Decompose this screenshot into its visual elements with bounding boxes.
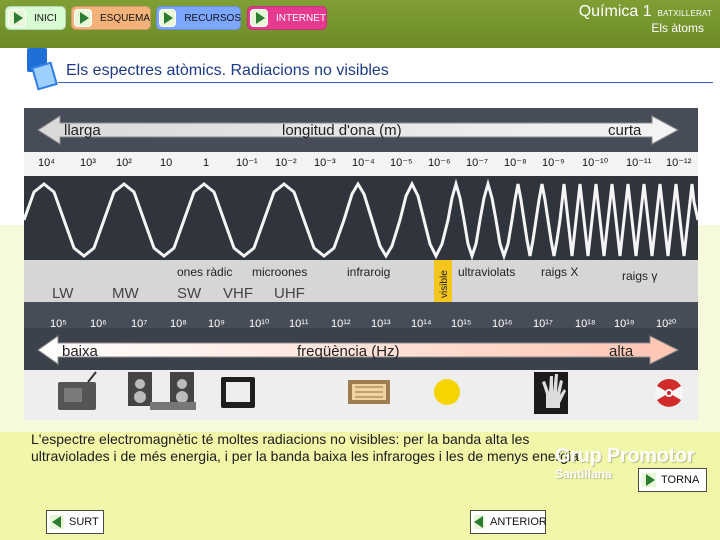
torna-label: TORNA xyxy=(661,474,700,486)
band-x-rays: raigs X xyxy=(541,265,578,279)
band-mw: MW xyxy=(112,285,139,302)
play-icon xyxy=(250,9,268,27)
wavelength-tick-1: 10³ xyxy=(80,157,96,169)
band-sw: SW xyxy=(177,285,202,302)
wavelength-tick-11: 10⁻⁷ xyxy=(466,157,488,169)
section-divider xyxy=(58,82,713,83)
wavelength-tick-3: 10 xyxy=(160,157,172,169)
wavelength-tick-4: 1 xyxy=(203,157,209,169)
wavelength-tick-13: 10⁻⁹ xyxy=(542,157,565,169)
frequency-scale-row xyxy=(24,302,698,328)
torna-button[interactable]: TORNA xyxy=(638,468,707,492)
header-title-group: Química 1 BATXILLERAT xyxy=(579,3,712,21)
anterior-button[interactable]: ANTERIOR xyxy=(470,510,547,534)
play-icon xyxy=(641,472,657,488)
nav-esquema-label: ESQUEMA xyxy=(100,12,151,24)
nav-internet-label: INTERNET xyxy=(276,12,326,24)
xray-hand-icon xyxy=(534,372,568,414)
band-radio-waves: ones ràdic xyxy=(177,265,232,279)
television-icon xyxy=(221,377,255,408)
wavelength-tick-0: 10⁴ xyxy=(38,157,55,169)
band-infrared: infraroig xyxy=(347,265,390,279)
logo-brand: Grup Promotor xyxy=(555,445,695,467)
header-subtitle: BATXILLERAT xyxy=(657,9,712,18)
wavelength-tick-14: 10⁻¹⁰ xyxy=(582,157,609,169)
heater-icon xyxy=(348,380,390,404)
nav-inici-label: INICI xyxy=(34,12,57,24)
wavelength-short-label: curta xyxy=(608,122,642,139)
wavelength-tick-5: 10⁻¹ xyxy=(236,157,258,169)
back-icon xyxy=(49,514,65,530)
surt-button[interactable]: SURT xyxy=(46,510,104,534)
band-lw: LW xyxy=(52,285,74,302)
wavelength-tick-9: 10⁻⁵ xyxy=(390,157,413,169)
band-microwaves: microones xyxy=(252,265,307,279)
sun-icon xyxy=(434,379,460,405)
wavelength-tick-12: 10⁻⁸ xyxy=(504,157,527,169)
wavelength-tick-2: 10² xyxy=(116,157,132,169)
nav-recursos-label: RECURSOS xyxy=(184,12,241,24)
wavelength-long-label: llarga xyxy=(64,122,101,139)
play-icon xyxy=(74,9,92,27)
frequency-low-label: baixa xyxy=(62,343,99,360)
band-gamma-rays: raigs γ xyxy=(622,269,657,283)
band-uhf: UHF xyxy=(274,285,305,302)
frequency-axis-label: freqüència (Hz) xyxy=(297,343,400,360)
wavelength-tick-15: 10⁻¹¹ xyxy=(626,157,652,169)
surt-label: SURT xyxy=(69,516,99,528)
description-text: L'espectre electromagnètic té moltes rad… xyxy=(31,431,583,464)
play-icon xyxy=(8,9,26,27)
header-title: Química 1 xyxy=(578,3,652,20)
frequency-high-label: alta xyxy=(609,343,634,360)
band-vhf: VHF xyxy=(223,285,253,302)
document-icon xyxy=(25,48,58,92)
band-ultraviolet: ultraviolats xyxy=(458,265,515,279)
wavelength-axis-label: longitud d'ona (m) xyxy=(282,122,402,139)
document-sheet-overlay xyxy=(31,61,58,91)
radiation-hazard-icon xyxy=(655,379,683,407)
nav-internet-button[interactable]: INTERNET xyxy=(247,6,327,30)
anterior-label: ANTERIOR xyxy=(490,516,547,528)
wavelength-tick-6: 10⁻² xyxy=(275,157,297,169)
nav-inici-button[interactable]: INICI xyxy=(5,6,66,30)
nav-esquema-button[interactable]: ESQUEMA xyxy=(71,6,151,30)
wavelength-tick-7: 10⁻³ xyxy=(314,157,336,169)
wavelength-tick-8: 10⁻⁴ xyxy=(352,157,375,169)
back-icon xyxy=(473,514,486,530)
band-visible: visible xyxy=(439,270,450,298)
play-icon xyxy=(159,9,177,27)
nav-recursos-button[interactable]: RECURSOS xyxy=(156,6,241,30)
electromagnetic-spectrum-figure: llarga longitud d'ona (m) curta 10⁴ 10³ … xyxy=(24,108,698,420)
wavelength-tick-16: 10⁻¹² xyxy=(666,157,692,169)
section-title: Els espectres atòmics. Radiacions no vis… xyxy=(66,62,389,79)
header-topic: Els àtoms xyxy=(651,21,704,35)
wavelength-tick-10: 10⁻⁶ xyxy=(428,157,451,169)
